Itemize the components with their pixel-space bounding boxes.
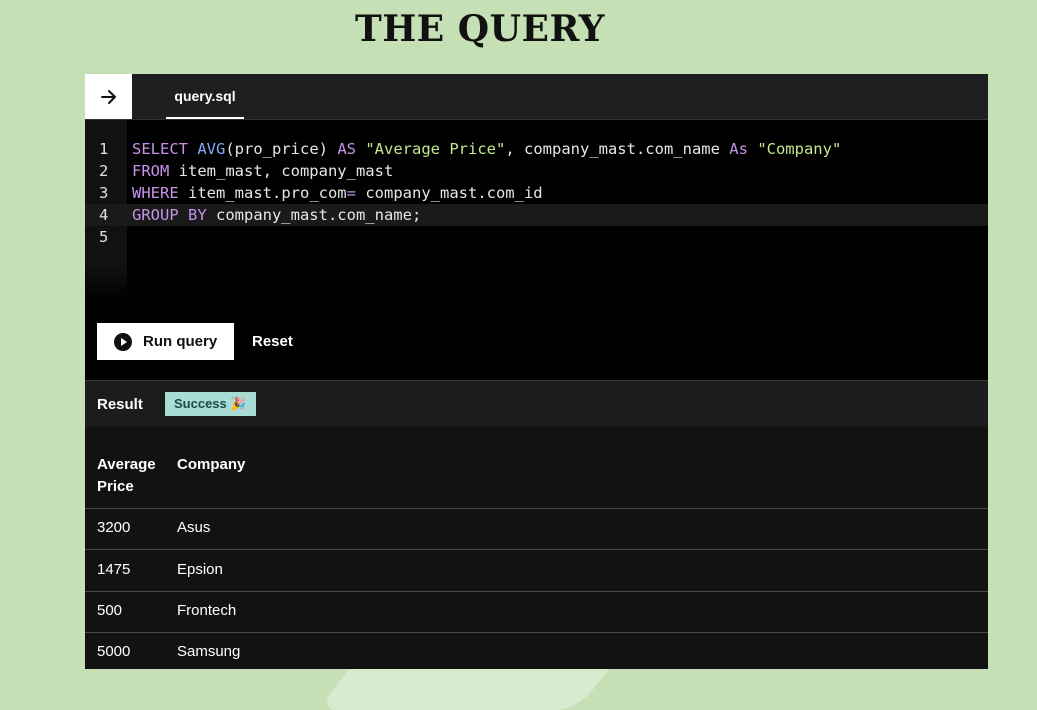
play-circle-icon	[114, 332, 132, 351]
cell-average-price: 500	[97, 602, 123, 619]
code-line[interactable]: 1 SELECT AVG(pro_price) AS "Average Price…	[85, 138, 988, 160]
code-text: WHERE item_mast.pro_com= company_mast.co…	[132, 184, 543, 202]
table-row: 3200 Asus	[85, 508, 988, 550]
code-line[interactable]: 3 WHERE item_mast.pro_com= company_mast.c…	[85, 182, 988, 204]
code-line[interactable]: 5	[85, 226, 988, 248]
action-bar: Run query Reset	[85, 310, 988, 380]
sql-editor[interactable]: 1 SELECT AVG(pro_price) AS "Average Price…	[85, 120, 988, 310]
code-text: SELECT AVG(pro_price) AS "Average Price"…	[132, 140, 842, 158]
table-row: 5000 Samsung	[85, 632, 988, 669]
line-number: 2	[99, 162, 109, 180]
page-title: THE QUERY	[355, 8, 605, 50]
query-panel: query.sql 1 SELECT AVG(pro_price) AS "Ave…	[85, 74, 988, 669]
result-label: Result	[97, 396, 143, 413]
cell-average-price: 3200	[97, 519, 131, 536]
cell-company: Samsung	[177, 643, 241, 660]
table-row: 1475 Epsion	[85, 550, 988, 592]
line-number: 3	[99, 184, 109, 202]
line-number: 4	[99, 206, 109, 224]
column-header-company: Company	[177, 456, 246, 473]
code-line[interactable]: 2 FROM item_mast, company_mast	[85, 160, 988, 182]
run-query-button[interactable]: Run query	[97, 323, 234, 360]
column-header-average-price: Average Price	[97, 456, 156, 495]
cell-company: Asus	[177, 519, 211, 536]
cell-average-price: 5000	[97, 643, 131, 660]
result-table: Average Price Company 3200 Asus 1475 Epsion 5…	[85, 427, 988, 669]
tab-query-sql[interactable]: query.sql	[166, 74, 244, 119]
arrow-right-icon	[100, 89, 116, 104]
cell-average-price: 1475	[97, 561, 131, 578]
code-text: GROUP BY company_mast.com_name;	[132, 206, 422, 224]
line-number: 5	[99, 228, 109, 246]
run-query-label: Run query	[143, 333, 218, 350]
table-row: 500 Frontech	[85, 591, 988, 633]
code-text: FROM item_mast, company_mast	[132, 162, 394, 180]
reset-button[interactable]: Reset	[252, 333, 293, 350]
table-header: Average Price Company	[85, 454, 988, 509]
line-number: 1	[99, 140, 109, 158]
status-badge: Success 🎉	[165, 392, 256, 416]
cell-company: Frontech	[177, 602, 237, 619]
arrow-right-button[interactable]	[85, 74, 132, 119]
cell-company: Epsion	[177, 561, 223, 578]
result-header: Result Success 🎉	[85, 380, 988, 428]
code-line[interactable]: 4 GROUP BY company_mast.com_name;	[85, 204, 988, 226]
tab-bar: query.sql	[85, 74, 988, 120]
